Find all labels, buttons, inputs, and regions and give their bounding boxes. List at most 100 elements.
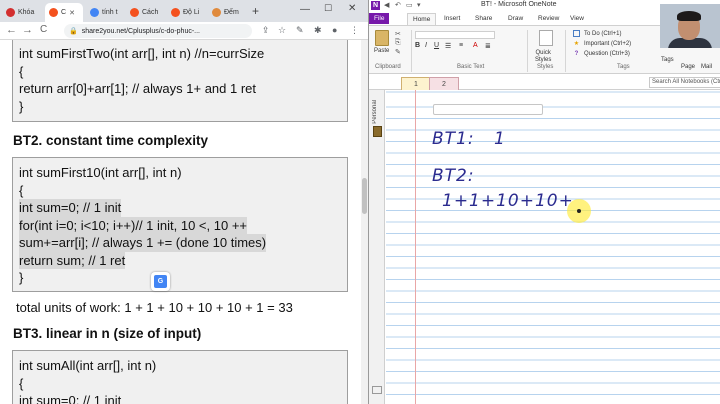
tab-favicon-icon xyxy=(171,8,180,17)
tab-favicon-icon xyxy=(49,8,58,17)
page-button[interactable]: Page xyxy=(681,64,695,70)
tab-file[interactable]: File xyxy=(369,13,390,24)
tab-insert[interactable]: Insert xyxy=(439,13,465,24)
browser-tab-active[interactable]: C ✕ xyxy=(45,3,83,22)
scrollbar-thumb[interactable] xyxy=(362,178,367,214)
code-line-highlighted: sum+=arr[i]; // always 1 += (done 10 tim… xyxy=(19,234,267,252)
font-select[interactable] xyxy=(415,31,495,39)
numbering-icon[interactable]: ≡ xyxy=(459,42,463,49)
puzzle-icon[interactable]: ✱ xyxy=(314,25,322,36)
section-tab-1[interactable]: 1 xyxy=(401,77,431,90)
browser-tab-4[interactable]: Cách xyxy=(126,3,164,22)
tab-review[interactable]: Review xyxy=(533,13,564,24)
browser-tab-1[interactable]: Khóa xyxy=(2,3,44,22)
tag-label: Question (Ctrl+3) xyxy=(584,50,630,57)
tab-draw[interactable]: Draw xyxy=(503,13,528,24)
tab-home[interactable]: Home xyxy=(407,13,437,25)
page-title-input[interactable] xyxy=(433,104,543,115)
bullets-icon[interactable]: ☰ xyxy=(445,42,451,50)
code-line-highlighted: int sum=0; // 1 init xyxy=(19,199,122,217)
back-button[interactable]: ← xyxy=(6,24,17,36)
notebook-expand-icon[interactable] xyxy=(372,386,382,394)
customize-icon[interactable]: ▾ xyxy=(417,1,421,9)
tag-question[interactable]: ? Question (Ctrl+3) xyxy=(573,50,630,57)
forward-button[interactable]: → xyxy=(22,24,33,36)
browser-tab-6[interactable]: Đếm xyxy=(208,3,248,22)
minimize-icon[interactable]: — xyxy=(300,4,310,15)
handwriting-bt1-value: 1 xyxy=(494,129,506,149)
question-icon: ? xyxy=(574,50,579,57)
share-icon[interactable]: ⇪ xyxy=(262,25,270,36)
paste-icon[interactable] xyxy=(375,30,389,46)
font-color-icon[interactable]: A xyxy=(473,42,478,49)
ribbon-divider xyxy=(411,30,412,72)
code-line: int sumFirst10(int arr[], int n) xyxy=(19,165,182,180)
close-window-icon[interactable]: ✕ xyxy=(348,3,356,14)
translate-icon[interactable]: G xyxy=(151,272,170,291)
code-line: int sum=0; // 1 init xyxy=(19,393,122,404)
tag-todo[interactable]: To Do (Ctrl+1) xyxy=(573,30,622,37)
handwriting-bt1: BT1: xyxy=(432,129,475,149)
tab-label: Độ Li xyxy=(183,9,200,16)
paste-button[interactable]: Paste xyxy=(374,48,389,54)
notebook-sidebar: Personal xyxy=(369,90,385,404)
search-notebooks-input[interactable]: Search All Notebooks (Ctrl+E) xyxy=(649,77,720,88)
cut-icon[interactable]: ✂ xyxy=(395,30,401,38)
align-icon[interactable]: ≣ xyxy=(485,42,491,50)
maximize-icon[interactable]: ☐ xyxy=(324,3,332,14)
code-line: } xyxy=(19,98,24,114)
tab-view[interactable]: View xyxy=(565,13,589,24)
browser-tab-5[interactable]: Độ Li xyxy=(167,3,207,22)
italic-button[interactable]: I xyxy=(425,42,427,49)
group-label-styles: Styles xyxy=(537,64,554,70)
note-canvas[interactable]: BT1: 1 BT2: 1+1+10+10+ xyxy=(386,90,720,404)
article-content: int sumFirstTwo(int arr[], int n) //n=cu… xyxy=(0,40,368,404)
handwriting-bt2: BT2: xyxy=(432,166,475,186)
lock-icon: 🔒 xyxy=(69,28,78,35)
bold-button[interactable]: B xyxy=(415,42,420,49)
quick-styles-icon[interactable] xyxy=(539,30,553,46)
quick-styles-button[interactable]: Quick Styles xyxy=(535,50,551,64)
extensions-icon[interactable]: ✎ xyxy=(296,25,304,36)
address-bar[interactable]: 🔒 share2you.net/Cplusplus/c-do-phuc-... xyxy=(64,24,252,38)
group-label-basic-text: Basic Text xyxy=(457,64,485,70)
dock-icon[interactable]: ▭ xyxy=(406,1,413,9)
tag-label: To Do (Ctrl+1) xyxy=(584,30,622,37)
back-icon[interactable]: ◀ xyxy=(384,1,389,9)
tab-label: C xyxy=(61,9,67,16)
tab-label: Khóa xyxy=(18,9,35,16)
window-title: BT! - Microsoft OneNote xyxy=(481,1,557,8)
tag-important[interactable]: ★ Important (Ctrl+2) xyxy=(573,40,631,48)
profile-icon[interactable]: ● xyxy=(332,25,337,35)
tags-button[interactable]: Tags xyxy=(661,57,674,63)
pen-cursor-icon xyxy=(577,209,581,213)
tab-favicon-icon xyxy=(130,8,139,17)
reload-button[interactable]: C xyxy=(40,24,47,35)
code-line: int sumAll(int arr[], int n) xyxy=(19,358,157,373)
browser-window: Khóa C ✕ tính t Cách Độ Li Đếm + — ☐ ✕ ←… xyxy=(0,0,368,404)
code-block-3: int sumAll(int arr[], int n) { int sum=0… xyxy=(12,350,348,404)
notebook-label[interactable]: Personal xyxy=(372,100,378,124)
bookmark-star-icon[interactable]: ☆ xyxy=(278,25,286,36)
notebook-icon[interactable] xyxy=(373,126,382,137)
underline-button[interactable]: U xyxy=(434,42,439,49)
onenote-window: N ◀ ↶ ▭ ▾ BT! - Microsoft OneNote File H… xyxy=(368,0,720,404)
ribbon-home: Paste ✂ ⎘ ✎ Clipboard B I U ☰ ≡ A ≣ Basi… xyxy=(369,26,659,74)
mail-button[interactable]: Mail xyxy=(701,64,712,70)
new-tab-button[interactable]: + xyxy=(252,4,259,18)
tab-favicon-icon xyxy=(212,8,221,17)
browser-tab-3[interactable]: tính t xyxy=(86,3,124,22)
section-tabs-row: 1 2 Search All Notebooks (Ctrl+E) xyxy=(369,75,720,90)
close-tab-icon[interactable]: ✕ xyxy=(69,9,75,17)
tab-label: tính t xyxy=(102,9,118,16)
margin-line xyxy=(415,90,416,404)
section-tab-2[interactable]: 2 xyxy=(429,77,459,90)
page-scrollbar[interactable] xyxy=(361,40,368,404)
undo-icon[interactable]: ↶ xyxy=(395,1,401,9)
tab-share[interactable]: Share xyxy=(470,13,497,24)
ribbon-divider xyxy=(565,30,566,72)
menu-icon[interactable]: ⋮ xyxy=(350,25,359,36)
section-heading-bt3: BT3. linear in n (size of input) xyxy=(13,326,202,341)
format-painter-icon[interactable]: ✎ xyxy=(395,48,401,56)
copy-icon[interactable]: ⎘ xyxy=(395,39,401,47)
